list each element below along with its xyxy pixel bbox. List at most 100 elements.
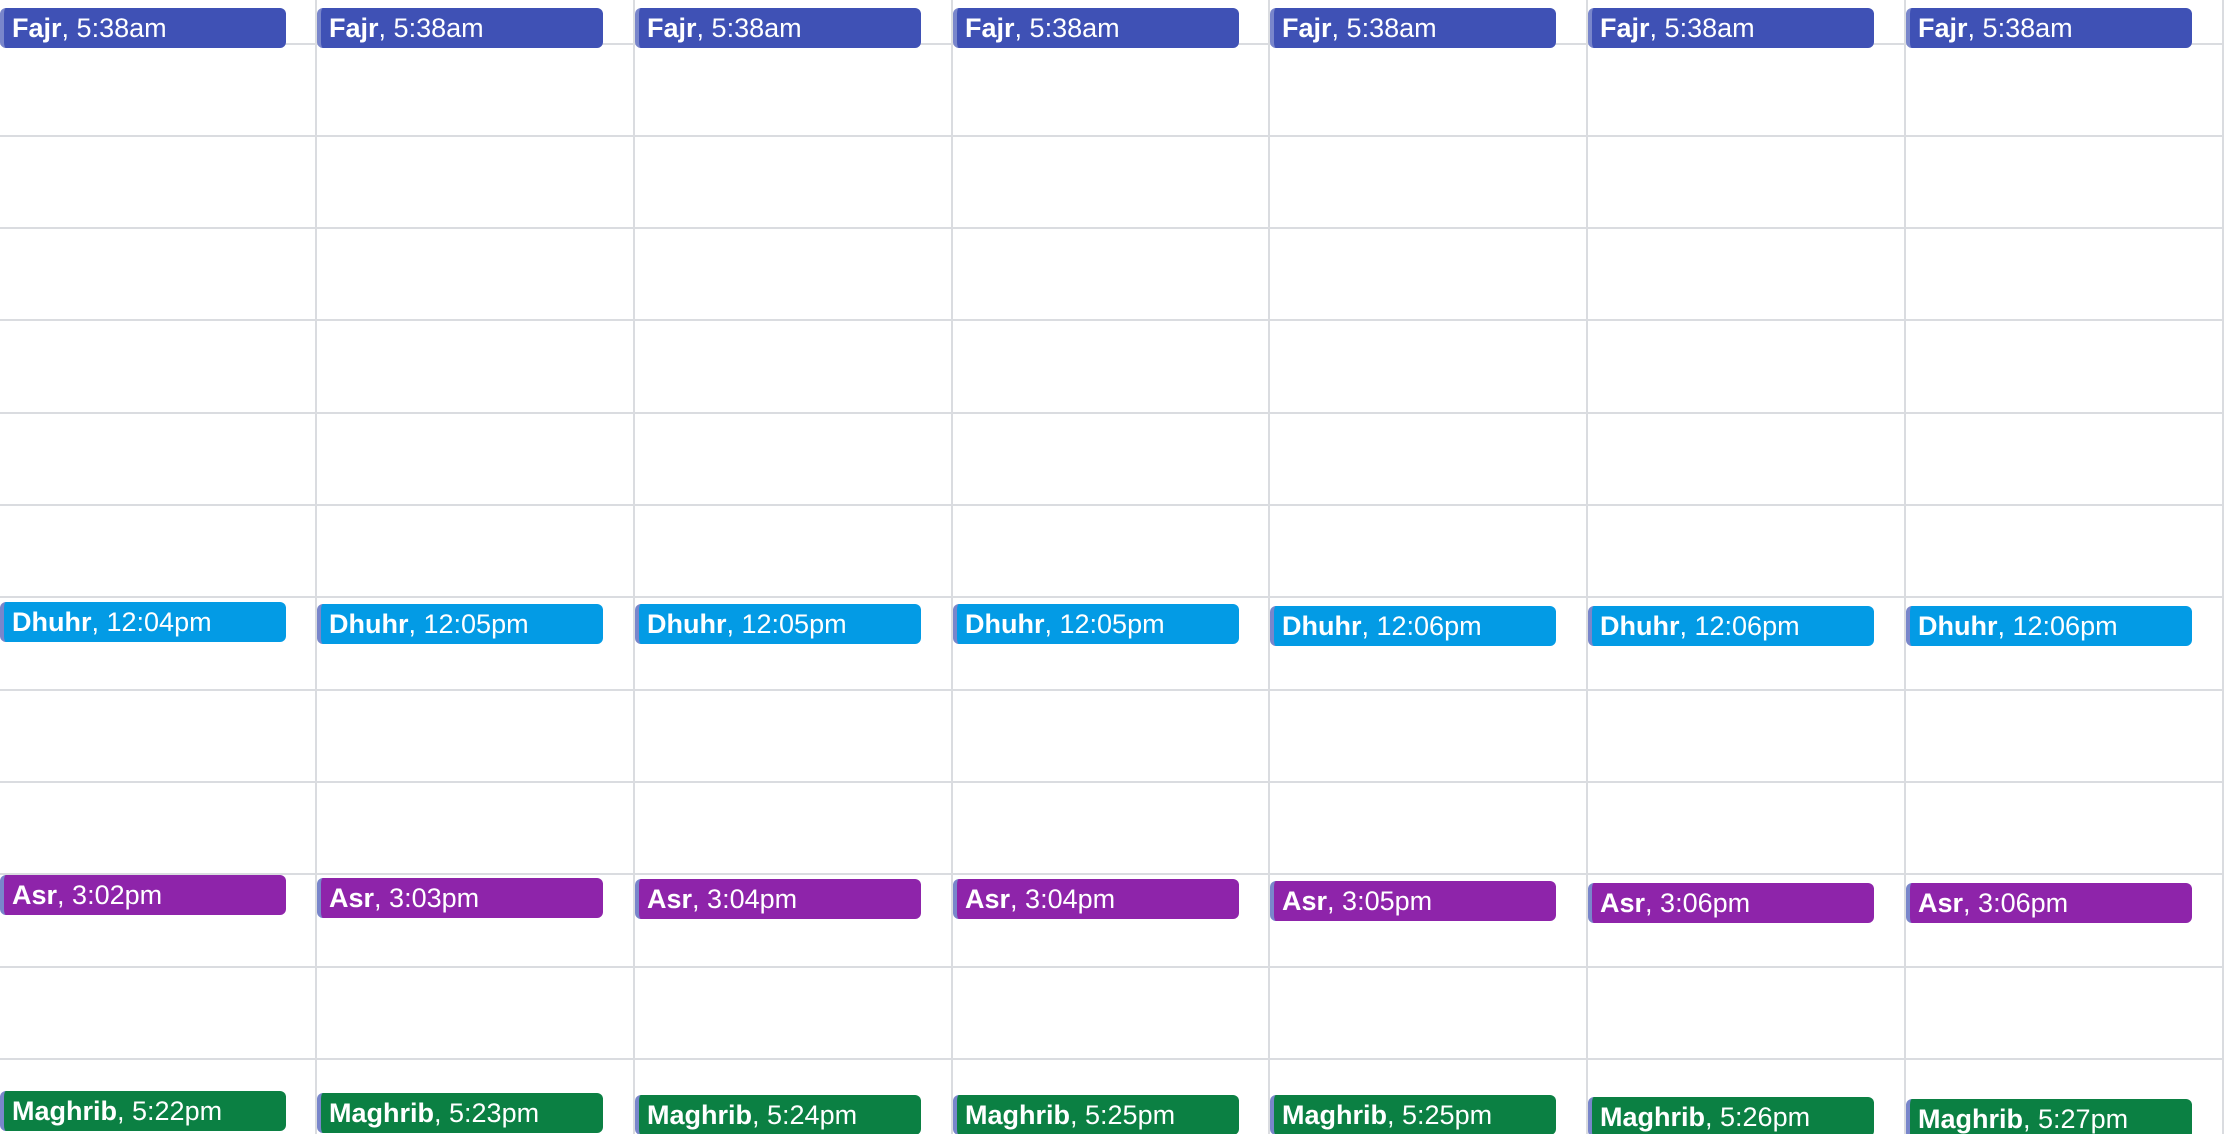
day-column[interactable]: Fajr, 5:38am Dhuhr, 12:06pm Asr, 3:06pm Mag… [1588, 0, 1905, 1134]
day-column[interactable]: Fajr, 5:38am Dhuhr, 12:05pm Asr, 3:04pm Mag… [635, 0, 952, 1134]
event-time: 5:38am [711, 13, 802, 43]
event-separator: , [1645, 888, 1661, 918]
day-column[interactable]: Fajr, 5:38am Dhuhr, 12:04pm Asr, 3:02pm Mag… [0, 0, 317, 1134]
event-title: Fajr [647, 13, 697, 43]
event-title: Maghrib [1282, 1100, 1387, 1130]
event-maghrib[interactable]: Maghrib, 5:23pm [317, 1093, 603, 1133]
event-title: Maghrib [1918, 1104, 2023, 1134]
event-time: 12:06pm [1376, 611, 1482, 641]
event-dhuhr[interactable]: Dhuhr, 12:05pm [635, 604, 921, 644]
event-title: Maghrib [965, 1100, 1070, 1130]
event-maghrib[interactable]: Maghrib, 5:26pm [1588, 1097, 1874, 1134]
event-time: 3:04pm [707, 884, 798, 914]
event-time: 5:38am [1982, 13, 2073, 43]
event-time: 3:06pm [1978, 888, 2069, 918]
event-maghrib[interactable]: Maghrib, 5:25pm [953, 1095, 1239, 1134]
event-title: Fajr [12, 13, 62, 43]
event-asr[interactable]: Asr, 3:04pm [635, 879, 921, 919]
event-title: Asr [1918, 888, 1964, 918]
event-asr[interactable]: Asr, 3:02pm [0, 875, 286, 915]
event-title: Dhuhr [329, 609, 409, 639]
event-title: Fajr [329, 13, 379, 43]
event-title: Asr [965, 884, 1011, 914]
event-title: Asr [647, 884, 693, 914]
event-title: Dhuhr [965, 609, 1045, 639]
event-dhuhr[interactable]: Dhuhr, 12:06pm [1588, 606, 1874, 646]
day-column[interactable]: Fajr, 5:38am Dhuhr, 12:06pm Asr, 3:06pm Mag… [1906, 0, 2223, 1134]
event-dhuhr[interactable]: Dhuhr, 12:04pm [0, 602, 286, 642]
event-asr[interactable]: Asr, 3:06pm [1588, 883, 1874, 923]
event-dhuhr[interactable]: Dhuhr, 12:06pm [1270, 606, 1556, 646]
event-fajr[interactable]: Fajr, 5:38am [317, 8, 603, 48]
event-separator: , [1014, 13, 1030, 43]
day-column[interactable]: Fajr, 5:38am Dhuhr, 12:05pm Asr, 3:03pm Mag… [317, 0, 634, 1134]
event-separator: , [117, 1096, 133, 1126]
event-time: 5:27pm [2038, 1104, 2129, 1134]
event-fajr[interactable]: Fajr, 5:38am [1270, 8, 1556, 48]
event-time: 3:06pm [1660, 888, 1751, 918]
event-time: 3:05pm [1342, 886, 1433, 916]
event-time: 5:25pm [1402, 1100, 1493, 1130]
event-dhuhr[interactable]: Dhuhr, 12:05pm [953, 604, 1239, 644]
event-title: Asr [329, 883, 375, 913]
day-column[interactable]: Fajr, 5:38am Dhuhr, 12:05pm Asr, 3:04pm Mag… [953, 0, 1270, 1134]
event-title: Maghrib [329, 1098, 434, 1128]
event-time: 12:05pm [423, 609, 529, 639]
event-title: Dhuhr [1282, 611, 1362, 641]
event-dhuhr[interactable]: Dhuhr, 12:06pm [1906, 606, 2192, 646]
event-title: Maghrib [12, 1096, 117, 1126]
event-title: Fajr [1600, 13, 1650, 43]
event-title: Asr [1282, 886, 1328, 916]
event-separator: , [1361, 611, 1377, 641]
event-separator: , [374, 883, 390, 913]
event-title: Maghrib [1600, 1102, 1705, 1132]
event-asr[interactable]: Asr, 3:06pm [1906, 883, 2192, 923]
event-separator: , [1327, 886, 1343, 916]
event-title: Fajr [965, 13, 1015, 43]
event-title: Dhuhr [1600, 611, 1680, 641]
event-title: Maghrib [647, 1100, 752, 1130]
event-separator: , [61, 13, 77, 43]
event-separator: , [1967, 13, 1983, 43]
event-title: Fajr [1918, 13, 1968, 43]
event-separator: , [91, 607, 107, 637]
event-separator: , [378, 13, 394, 43]
event-fajr[interactable]: Fajr, 5:38am [0, 8, 286, 48]
event-separator: , [1649, 13, 1665, 43]
day-column[interactable]: Fajr, 5:38am Dhuhr, 12:06pm Asr, 3:05pm Mag… [1270, 0, 1587, 1134]
event-time: 5:38am [1029, 13, 1120, 43]
event-title: Asr [12, 880, 58, 910]
event-separator: , [1997, 611, 2013, 641]
event-maghrib[interactable]: Maghrib, 5:24pm [635, 1095, 921, 1134]
event-separator: , [2023, 1104, 2039, 1134]
event-separator: , [752, 1100, 768, 1130]
event-time: 12:06pm [2012, 611, 2118, 641]
event-time: 5:38am [393, 13, 484, 43]
event-time: 5:38am [1664, 13, 1755, 43]
event-time: 12:04pm [106, 607, 212, 637]
event-asr[interactable]: Asr, 3:04pm [953, 879, 1239, 919]
event-separator: , [1705, 1102, 1721, 1132]
event-time: 5:23pm [449, 1098, 540, 1128]
event-title: Asr [1600, 888, 1646, 918]
event-maghrib[interactable]: Maghrib, 5:27pm [1906, 1099, 2192, 1134]
event-separator: , [1331, 13, 1347, 43]
event-time: 5:22pm [132, 1096, 223, 1126]
event-fajr[interactable]: Fajr, 5:38am [635, 8, 921, 48]
event-maghrib[interactable]: Maghrib, 5:22pm [0, 1091, 286, 1131]
event-maghrib[interactable]: Maghrib, 5:25pm [1270, 1095, 1556, 1134]
event-title: Dhuhr [12, 607, 92, 637]
event-time: 12:06pm [1694, 611, 1800, 641]
event-dhuhr[interactable]: Dhuhr, 12:05pm [317, 604, 603, 644]
event-title: Fajr [1282, 13, 1332, 43]
event-time: 3:03pm [389, 883, 480, 913]
event-time: 12:05pm [741, 609, 847, 639]
event-asr[interactable]: Asr, 3:05pm [1270, 881, 1556, 921]
event-title: Dhuhr [647, 609, 727, 639]
event-fajr[interactable]: Fajr, 5:38am [953, 8, 1239, 48]
event-time: 3:04pm [1025, 884, 1116, 914]
event-fajr[interactable]: Fajr, 5:38am [1588, 8, 1874, 48]
event-time: 5:26pm [1720, 1102, 1811, 1132]
event-fajr[interactable]: Fajr, 5:38am [1906, 8, 2192, 48]
event-asr[interactable]: Asr, 3:03pm [317, 878, 603, 918]
